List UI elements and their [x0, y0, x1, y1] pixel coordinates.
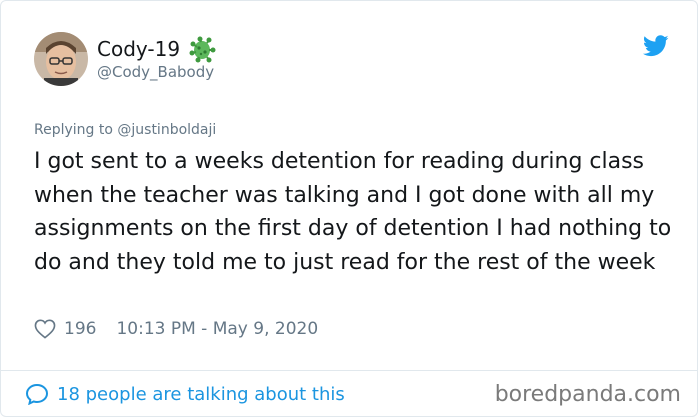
- divider: [1, 370, 697, 371]
- author-name-row[interactable]: Cody-19: [97, 35, 218, 63]
- speech-bubble-icon: [25, 383, 49, 405]
- reply-mention-link[interactable]: @justinboldaji: [117, 122, 216, 138]
- twitter-bird-icon[interactable]: [643, 35, 669, 57]
- author-handle[interactable]: @Cody_Babody: [97, 63, 214, 81]
- reply-context: Replying to @justinboldaji: [34, 122, 216, 138]
- boredpanda-watermark: boredpanda.com: [494, 382, 681, 407]
- like-count: 196: [64, 319, 97, 339]
- virus-emoji-icon: [189, 36, 216, 63]
- tweet-text: I got sent to a weeks detention for read…: [34, 149, 672, 275]
- conversation-link[interactable]: 18 people are talking about this: [25, 383, 345, 405]
- heart-icon[interactable]: [34, 319, 56, 339]
- tweet-meta: 196 10:13 PM - May 9, 2020: [34, 319, 318, 339]
- avatar[interactable]: [34, 32, 88, 86]
- author-name[interactable]: Cody-19: [97, 37, 180, 61]
- tweet-timestamp[interactable]: 10:13 PM - May 9, 2020: [116, 319, 318, 339]
- conversation-text[interactable]: 18 people are talking about this: [57, 384, 345, 405]
- tweet-card: Cody-19 @Cody_Babody Replying to @justin…: [0, 0, 698, 417]
- reply-prefix: Replying to: [34, 122, 118, 138]
